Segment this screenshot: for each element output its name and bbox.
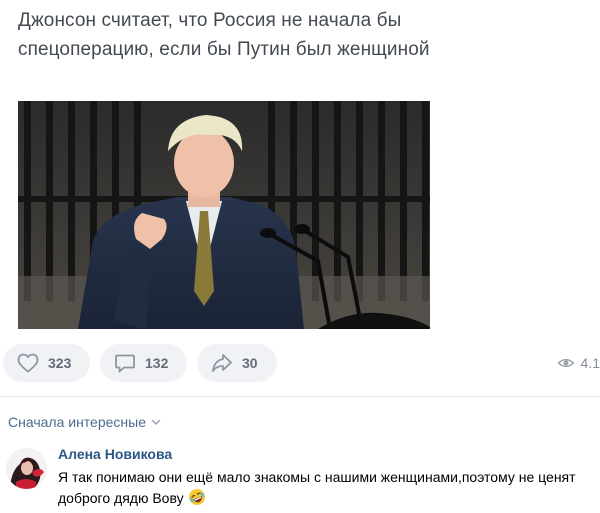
comment-sort-label: Сначала интересные [8,414,146,430]
comment-count: 132 [145,355,169,371]
divider [0,396,600,397]
avatar-image [6,448,47,489]
share-button[interactable]: 30 [197,344,277,382]
chevron-down-icon [151,419,161,425]
comment-author[interactable]: Алена Новикова [58,446,172,462]
share-count: 30 [242,355,258,371]
heart-icon [17,353,39,373]
comment-bubble-icon [115,354,135,373]
comment-body: Я так понимаю они ещё мало знакомы с наш… [58,467,598,509]
comment-sort-toggle[interactable]: Сначала интересные [8,414,162,430]
comment-button[interactable]: 132 [100,344,187,382]
eye-icon [556,358,575,368]
comment-text: Я так понимаю они ещё мало знакомы с наш… [58,469,576,506]
like-count: 323 [48,355,72,371]
rolling-on-floor-laughing-emoji-icon [188,489,205,505]
like-button[interactable]: 323 [3,344,90,382]
post-headline[interactable]: Джонсон считает, что Россия не начала бы… [18,6,438,64]
views-counter: 4.1 [556,344,600,382]
post-photo-illustration [18,101,430,329]
post-action-bar: 323 132 30 4.1 [3,344,600,382]
avatar[interactable] [6,448,47,489]
post-photo[interactable] [18,101,430,329]
views-count: 4.1 [580,355,600,371]
share-arrow-icon [212,354,232,372]
